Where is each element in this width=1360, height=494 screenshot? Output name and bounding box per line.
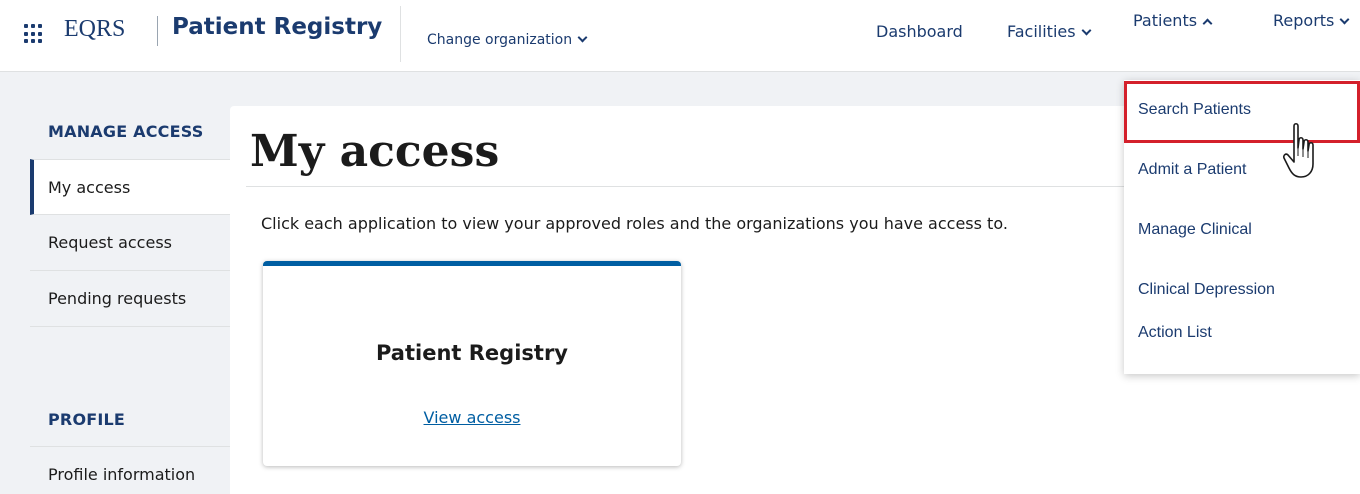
nav-patients-label: Patients [1133, 11, 1198, 30]
sidebar: MANAGE ACCESS My access Request access P… [0, 72, 230, 494]
nav-facilities-label: Facilities [1007, 22, 1076, 41]
view-access-link[interactable]: View access [263, 408, 681, 427]
sidebar-item-label: Pending requests [48, 289, 187, 308]
sidebar-item-pending-requests[interactable]: Pending requests [30, 271, 230, 327]
nav-dashboard-label: Dashboard [876, 22, 963, 41]
sidebar-item-my-access[interactable]: My access [30, 159, 230, 215]
title-divider [246, 186, 1126, 187]
chevron-down-icon [1339, 14, 1350, 25]
brand-divider [157, 16, 158, 46]
intro-text: Click each application to view your appr… [261, 214, 1008, 233]
nav-reports[interactable]: Reports [1273, 11, 1350, 30]
nav-reports-label: Reports [1273, 11, 1335, 30]
sidebar-item-profile-information[interactable]: Profile information [30, 446, 230, 494]
header-divider [400, 6, 401, 62]
application-card-patient-registry[interactable]: Patient Registry View access [263, 261, 681, 466]
sidebar-heading-profile: PROFILE [48, 410, 126, 429]
sidebar-item-label: Profile information [48, 465, 196, 484]
sidebar-heading-manage-access: MANAGE ACCESS [48, 122, 204, 141]
top-header: EQRS Patient Registry Change organizatio… [0, 0, 1360, 72]
menu-item-action-list[interactable]: Action List [1138, 324, 1212, 342]
brand-logo-eqrs[interactable]: EQRS [64, 16, 125, 43]
chevron-down-icon [1081, 25, 1092, 36]
sidebar-item-label: My access [48, 178, 131, 197]
nav-patients[interactable]: Patients [1133, 11, 1213, 30]
card-title: Patient Registry [375, 341, 568, 365]
app-grid-icon[interactable] [24, 24, 44, 44]
sidebar-item-label: Request access [48, 233, 172, 252]
page-title: My access [250, 126, 500, 177]
chevron-up-icon [1202, 18, 1213, 29]
chevron-down-icon [577, 32, 588, 43]
nav-dashboard[interactable]: Dashboard [876, 22, 963, 41]
menu-item-clinical-depression[interactable]: Clinical Depression [1138, 281, 1275, 299]
menu-item-admit-a-patient[interactable]: Admit a Patient [1138, 161, 1247, 179]
nav-facilities[interactable]: Facilities [1007, 22, 1092, 41]
sidebar-item-request-access[interactable]: Request access [30, 215, 230, 271]
change-organization-label: Change organization [427, 32, 573, 48]
menu-item-manage-clinical[interactable]: Manage Clinical [1138, 221, 1252, 239]
highlight-box [1124, 81, 1360, 143]
hand-pointer-cursor-icon [1283, 122, 1314, 178]
brand-app-name[interactable]: Patient Registry [172, 14, 382, 40]
change-organization-button[interactable]: Change organization [427, 32, 588, 48]
